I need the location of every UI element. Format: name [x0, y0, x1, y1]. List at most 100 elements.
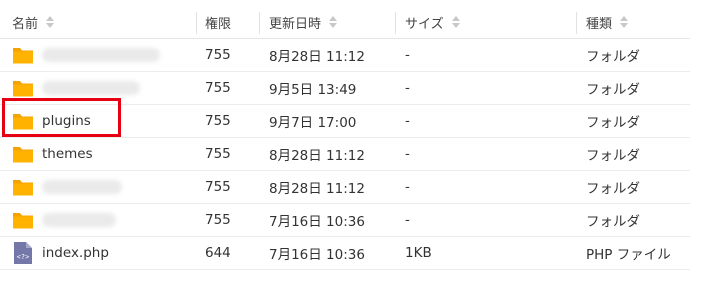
- modified-cell: 9月7日 17:00: [269, 105, 356, 137]
- size-value: -: [405, 179, 410, 195]
- modified-value: 7月16日 10:36: [269, 247, 365, 263]
- folder-icon: [13, 114, 33, 130]
- type-value: フォルダ: [586, 214, 640, 230]
- permission-cell: 755: [205, 39, 231, 71]
- column-header-name[interactable]: 名前: [12, 6, 55, 38]
- modified-value: 8月28日 11:12: [269, 148, 365, 164]
- folder-icon: [13, 81, 33, 97]
- permission-value: 644: [205, 245, 231, 261]
- file-name-cell[interactable]: [12, 39, 160, 71]
- table-row[interactable]: themes 755 8月28日 11:12 - フォルダ: [0, 138, 690, 171]
- type-value: フォルダ: [586, 148, 640, 164]
- column-header-permission[interactable]: 権限: [205, 6, 231, 38]
- permission-cell: 755: [205, 171, 231, 203]
- column-header-name-label: 名前: [12, 16, 39, 32]
- size-cell: -: [405, 39, 410, 71]
- type-cell: PHP ファイル: [586, 237, 671, 269]
- table-row[interactable]: 755 9月5日 13:49 - フォルダ: [0, 72, 690, 105]
- permission-value: 755: [205, 113, 231, 129]
- file-list: 名前 権限 更新日時 サイズ 種類 755 8月28日 11:12 - フォルダ…: [0, 0, 721, 289]
- permission-value: 755: [205, 80, 231, 96]
- table-row[interactable]: 755 8月28日 11:12 - フォルダ: [0, 171, 690, 204]
- type-value: PHP ファイル: [586, 247, 671, 263]
- modified-value: 7月16日 10:36: [269, 214, 365, 230]
- file-name-cell[interactable]: <?> index.php: [12, 237, 109, 269]
- size-cell: 1KB: [405, 237, 432, 269]
- file-name-cell[interactable]: [12, 72, 140, 104]
- column-divider[interactable]: [395, 12, 396, 34]
- type-value: フォルダ: [586, 115, 640, 131]
- type-value: フォルダ: [586, 49, 640, 65]
- permission-value: 755: [205, 47, 231, 63]
- file-name[interactable]: [42, 180, 122, 194]
- permission-cell: 755: [205, 138, 231, 170]
- permission-value: 755: [205, 146, 231, 162]
- file-name[interactable]: plugins: [42, 113, 91, 129]
- file-name-cell[interactable]: themes: [12, 138, 93, 170]
- column-header-type[interactable]: 種類: [586, 6, 629, 38]
- type-cell: フォルダ: [586, 105, 640, 137]
- file-name[interactable]: index.php: [42, 245, 109, 261]
- size-value: -: [405, 113, 410, 129]
- folder-icon: [13, 213, 33, 229]
- modified-value: 9月7日 17:00: [269, 115, 357, 131]
- type-cell: フォルダ: [586, 204, 640, 236]
- modified-cell: 7月16日 10:36: [269, 237, 365, 269]
- folder-icon: [13, 147, 33, 163]
- table-row[interactable]: 755 7月16日 10:36 - フォルダ: [0, 204, 690, 237]
- permission-cell: 755: [205, 204, 231, 236]
- column-divider[interactable]: [576, 12, 577, 34]
- size-cell: -: [405, 171, 410, 203]
- sort-icon[interactable]: [46, 16, 55, 28]
- column-header-permission-label: 権限: [205, 16, 232, 32]
- size-value: -: [405, 212, 410, 228]
- file-list-header: 名前 権限 更新日時 サイズ 種類: [0, 6, 690, 39]
- size-cell: -: [405, 72, 410, 104]
- size-value: -: [405, 47, 410, 63]
- size-cell: -: [405, 138, 410, 170]
- modified-cell: 8月28日 11:12: [269, 138, 365, 170]
- file-name[interactable]: [42, 213, 116, 227]
- column-header-type-label: 種類: [586, 16, 613, 32]
- sort-icon[interactable]: [620, 16, 629, 28]
- column-divider[interactable]: [196, 12, 197, 34]
- modified-value: 9月5日 13:49: [269, 82, 357, 98]
- permission-value: 755: [205, 179, 231, 195]
- size-cell: -: [405, 204, 410, 236]
- modified-value: 8月28日 11:12: [269, 181, 365, 197]
- folder-icon: [13, 48, 33, 64]
- modified-cell: 8月28日 11:12: [269, 39, 365, 71]
- permission-cell: 755: [205, 105, 231, 137]
- svg-text:<?>: <?>: [17, 253, 30, 261]
- file-name[interactable]: themes: [42, 146, 93, 162]
- column-divider[interactable]: [259, 12, 260, 34]
- column-header-size[interactable]: サイズ: [405, 6, 460, 38]
- file-name-cell[interactable]: [12, 171, 122, 203]
- file-name[interactable]: [42, 81, 140, 95]
- permission-cell: 755: [205, 72, 231, 104]
- size-cell: -: [405, 105, 410, 137]
- table-row[interactable]: 755 8月28日 11:12 - フォルダ: [0, 39, 690, 72]
- table-row[interactable]: <?> index.php 644 7月16日 10:36 1KB PHP ファ…: [0, 237, 690, 270]
- type-cell: フォルダ: [586, 171, 640, 203]
- type-value: フォルダ: [586, 82, 640, 98]
- sort-icon[interactable]: [329, 16, 338, 28]
- column-header-modified[interactable]: 更新日時: [269, 6, 338, 38]
- file-name-cell[interactable]: [12, 204, 116, 236]
- column-header-modified-label: 更新日時: [269, 16, 322, 32]
- file-name[interactable]: [42, 48, 160, 62]
- permission-cell: 644: [205, 237, 231, 269]
- permission-value: 755: [205, 212, 231, 228]
- file-name-cell[interactable]: plugins: [12, 105, 91, 137]
- size-value: -: [405, 146, 410, 162]
- column-header-size-label: サイズ: [405, 16, 444, 32]
- modified-cell: 7月16日 10:36: [269, 204, 365, 236]
- size-value: -: [405, 80, 410, 96]
- modified-cell: 9月5日 13:49: [269, 72, 356, 104]
- size-value: 1KB: [405, 245, 432, 261]
- modified-value: 8月28日 11:12: [269, 49, 365, 65]
- modified-cell: 8月28日 11:12: [269, 171, 365, 203]
- sort-icon[interactable]: [451, 16, 460, 28]
- type-cell: フォルダ: [586, 138, 640, 170]
- table-row[interactable]: plugins 755 9月7日 17:00 - フォルダ: [0, 105, 690, 138]
